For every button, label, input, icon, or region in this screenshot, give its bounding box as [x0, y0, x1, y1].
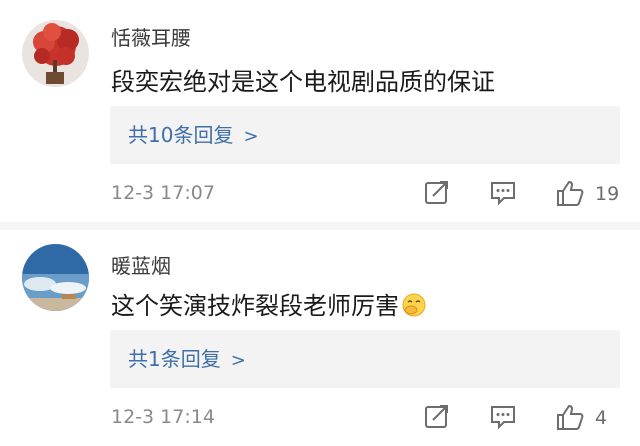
blue-sky-avatar-icon	[22, 244, 89, 311]
reply-icon[interactable]	[489, 178, 517, 210]
timestamp: 12-3 17:07	[111, 182, 215, 204]
chevron-right-icon: >	[230, 350, 246, 371]
comment-item: 暖蓝烟 这个笑演技炸裂段老师厉害 共1条回复 > 12-3 17:14 4	[0, 230, 640, 446]
view-replies-link[interactable]: 共1条回复 >	[110, 330, 620, 388]
red-tree-avatar-icon	[22, 20, 89, 87]
avatar[interactable]	[22, 20, 89, 87]
comment-meta: 12-3 17:14 4	[0, 402, 640, 434]
replies-label: 共10条回复	[128, 123, 234, 147]
thumbs-up-icon[interactable]	[555, 402, 585, 436]
divider	[0, 222, 640, 230]
reply-icon[interactable]	[489, 402, 517, 434]
like-count: 4	[595, 407, 608, 429]
comment-text: 段奕宏绝对是这个电视剧品质的保证	[111, 68, 495, 96]
comment-meta: 12-3 17:07 19	[0, 178, 640, 210]
comment-text: 这个笑演技炸裂段老师厉害	[111, 286, 427, 324]
view-replies-link[interactable]: 共10条回复 >	[110, 106, 620, 164]
like-count: 19	[595, 183, 620, 205]
comment-item: 恬薇耳腰 段奕宏绝对是这个电视剧品质的保证 共10条回复 > 12-3 17:07	[0, 0, 640, 222]
hand-over-mouth-emoji-icon	[401, 292, 427, 324]
username[interactable]: 暖蓝烟	[111, 250, 171, 279]
share-icon[interactable]	[423, 402, 451, 434]
comment-text-content: 这个笑演技炸裂段老师厉害	[111, 292, 399, 320]
thumbs-up-icon[interactable]	[555, 178, 585, 212]
share-icon[interactable]	[423, 178, 451, 210]
chevron-right-icon: >	[243, 126, 259, 147]
timestamp: 12-3 17:14	[111, 406, 215, 428]
replies-label: 共1条回复	[128, 347, 221, 371]
avatar[interactable]	[22, 244, 89, 311]
username[interactable]: 恬薇耳腰	[111, 22, 191, 51]
